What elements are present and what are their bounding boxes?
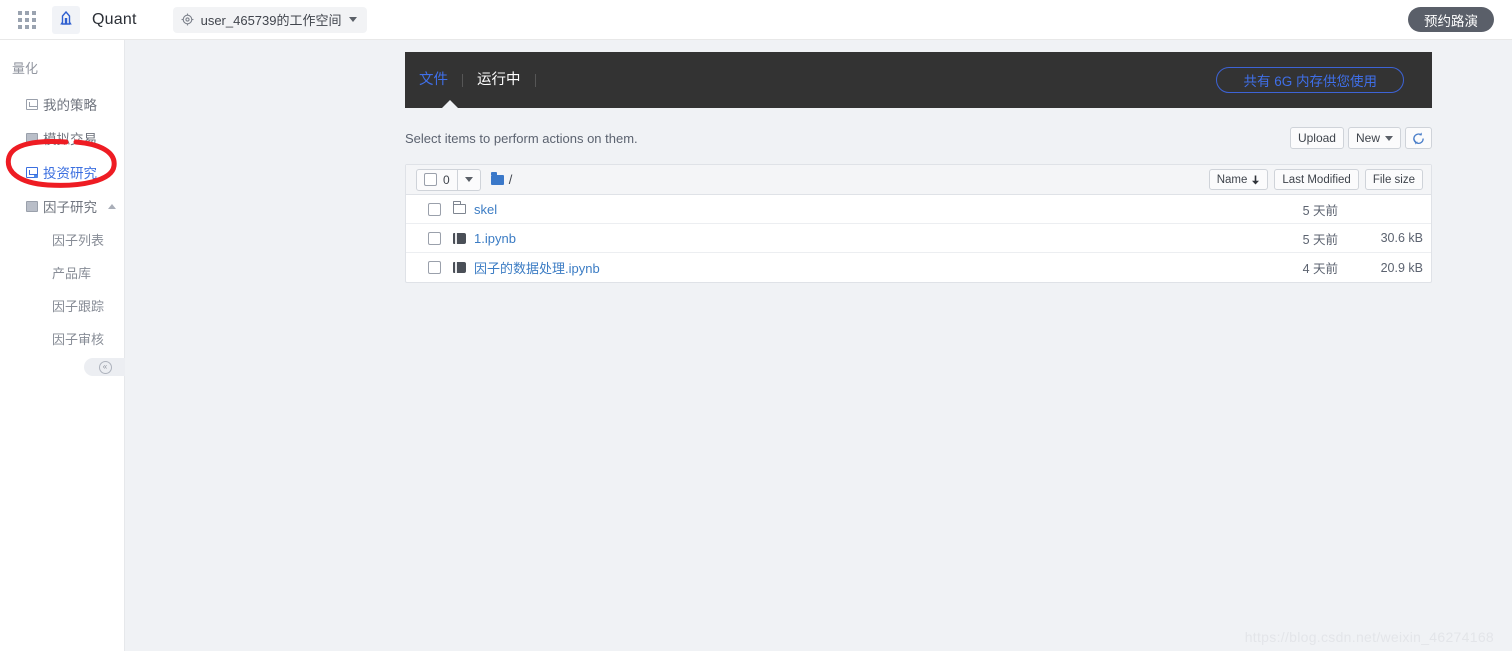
rocket-logo-svg	[60, 10, 72, 25]
sidebar-item-my-strategy[interactable]: 我的策略	[0, 87, 124, 121]
file-modified: 5 天前	[1302, 232, 1338, 247]
notebook-icon	[453, 232, 466, 244]
table-row[interactable]: 1.ipynb 5 天前 30.6 kB	[406, 224, 1431, 253]
sidebar-subitem-product-library[interactable]: 产品库	[0, 256, 124, 289]
active-tab-caret	[441, 100, 459, 109]
file-name[interactable]: 因子的数据处理.ipynb	[474, 258, 600, 277]
sidebar-item-label: 因子研究	[43, 200, 97, 215]
memory-badge[interactable]: 共有 6G 内存供您使用	[1216, 67, 1404, 93]
grid-apps-icon[interactable]	[16, 9, 38, 31]
file-name[interactable]: skel	[474, 202, 497, 217]
column-header-name[interactable]: Name	[1208, 169, 1269, 190]
select-all-group[interactable]: 0	[416, 168, 481, 191]
refresh-icon	[1413, 132, 1424, 144]
grid-square-icon	[26, 200, 38, 212]
breadcrumb-path: /	[508, 172, 513, 187]
top-bar: Quant user_465739的工作空间 预约路演	[0, 0, 1512, 40]
tab-divider	[534, 73, 536, 87]
row-checkbox[interactable]	[428, 261, 441, 274]
sidebar-subitem-factor-list[interactable]: 因子列表	[0, 223, 124, 256]
file-extension: .ipynb	[481, 230, 516, 246]
sidebar: 量化 我的策略 模拟交易 投资研究 因子研究 因子列表 产品库 因子跟踪 因子审…	[0, 40, 126, 651]
file-list-header: 0 / Name Last Modified File size	[406, 165, 1431, 195]
chevron-up-icon[interactable]	[108, 203, 116, 209]
files-toolbar: Select items to perform actions on them.…	[405, 121, 1432, 155]
sidebar-item-label: 我的策略	[43, 98, 97, 113]
list-square-icon	[26, 132, 38, 144]
file-extension: .ipynb	[565, 261, 600, 276]
workspace-selector[interactable]: user_465739的工作空间	[172, 6, 367, 33]
chart-square-icon	[26, 98, 38, 110]
toolbar-buttons: Upload New	[1289, 127, 1432, 149]
row-checkbox[interactable]	[428, 231, 441, 245]
file-size: 30.6 kB	[1380, 231, 1423, 245]
file-basename: 因子的数据处理	[474, 261, 566, 276]
select-menu-toggle[interactable]	[456, 169, 480, 190]
file-size: 20.9 kB	[1380, 260, 1423, 275]
file-name[interactable]: 1.ipynb	[474, 231, 516, 246]
chevron-down-icon	[1385, 135, 1393, 141]
sidebar-item-label: 投资研究	[43, 166, 97, 181]
select-all-cell[interactable]: 0	[417, 173, 457, 187]
file-modified: 5 天前	[1302, 203, 1338, 218]
table-row[interactable]: 因子的数据处理.ipynb 4 天前 20.9 kB	[406, 253, 1431, 282]
folder-icon	[490, 171, 504, 185]
selection-count: 0	[443, 172, 450, 187]
gear-icon	[181, 13, 194, 26]
notebook-header: 文件 运行中 共有 6G 内存供您使用	[405, 52, 1432, 109]
breadcrumb[interactable]: /	[490, 171, 513, 187]
watermark: https://blog.csdn.net/weixin_46274168	[1244, 629, 1494, 645]
select-all-checkbox[interactable]	[424, 173, 437, 186]
roadshow-button[interactable]: 预约路演	[1408, 7, 1494, 32]
sidebar-collapse-button[interactable]: «	[84, 358, 126, 376]
row-checkbox[interactable]	[428, 202, 441, 216]
main-canvas: 文件 运行中 共有 6G 内存供您使用 Select items to perf…	[125, 40, 1512, 651]
column-header-file-size[interactable]: File size	[1364, 169, 1423, 190]
column-header-last-modified[interactable]: Last Modified	[1274, 169, 1359, 190]
brand-title: Quant	[92, 10, 137, 28]
file-modified: 4 天前	[1302, 262, 1338, 276]
new-button[interactable]: New	[1347, 127, 1401, 149]
column-label: Name	[1216, 173, 1248, 186]
research-square-icon	[26, 166, 38, 178]
sidebar-item-paper-trading[interactable]: 模拟交易	[0, 121, 124, 155]
chevron-down-icon	[348, 17, 357, 22]
table-row[interactable]: skel 5 天前	[406, 195, 1431, 224]
sidebar-item-investment-research[interactable]: 投资研究	[0, 155, 124, 189]
arrow-down-icon	[1252, 175, 1260, 184]
sidebar-item-factor-research[interactable]: 因子研究	[0, 189, 124, 223]
sidebar-item-label: 模拟交易	[43, 132, 97, 147]
sidebar-section-title: 量化	[12, 61, 39, 76]
column-headers: Name Last Modified File size	[1208, 169, 1423, 190]
new-button-label: New	[1355, 131, 1380, 145]
workspace-label: user_465739的工作空间	[200, 13, 342, 28]
upload-button[interactable]: Upload	[1289, 127, 1344, 149]
notebook-panel: 文件 运行中 共有 6G 内存供您使用 Select items to perf…	[405, 52, 1432, 283]
selection-hint: Select items to perform actions on them.	[405, 130, 638, 146]
chevron-down-icon	[464, 177, 473, 182]
chevron-double-left-icon: «	[98, 360, 112, 374]
notebook-icon	[453, 262, 466, 273]
refresh-button[interactable]	[1405, 127, 1432, 149]
tab-running[interactable]: 运行中	[463, 52, 535, 108]
folder-icon	[452, 201, 466, 214]
sidebar-subitem-factor-review[interactable]: 因子审核	[0, 322, 124, 355]
sidebar-subitem-factor-tracking[interactable]: 因子跟踪	[0, 289, 124, 322]
rocket-logo-icon[interactable]	[52, 5, 80, 34]
file-list: 0 / Name Last Modified File size skel 5 …	[405, 164, 1432, 283]
